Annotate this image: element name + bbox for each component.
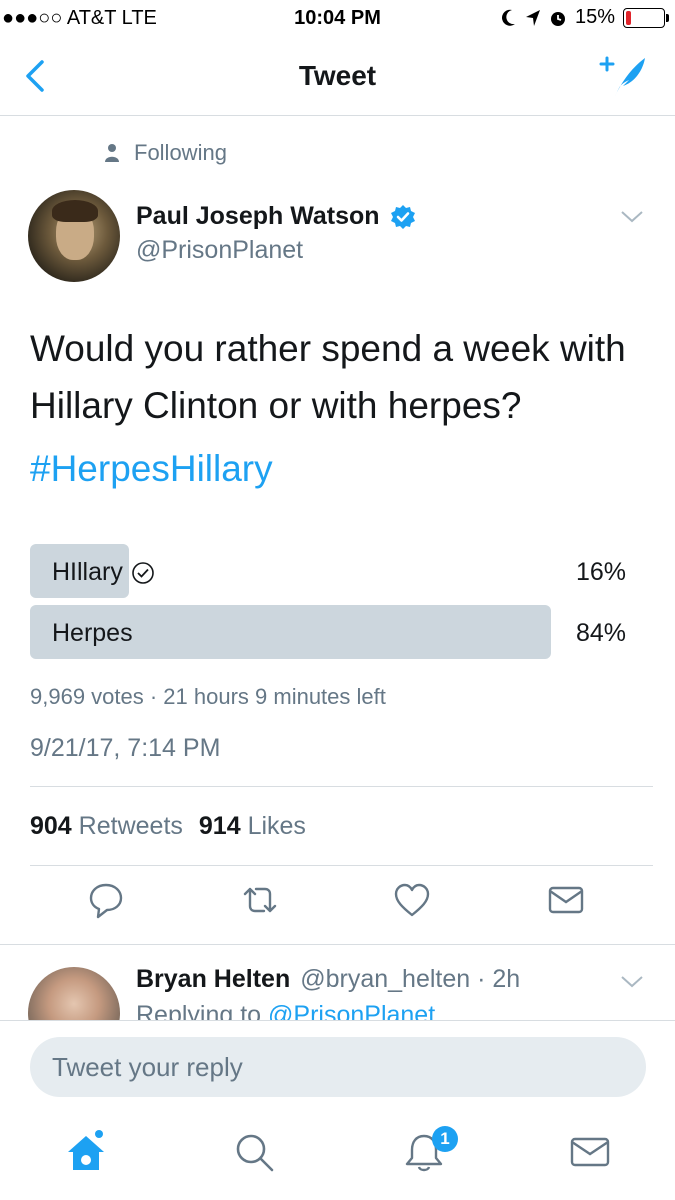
- chevron-down-icon[interactable]: [619, 973, 645, 991]
- poll-meta: 9,969 votes · 21 hours 9 minutes left: [30, 684, 386, 709]
- author-avatar[interactable]: [28, 190, 120, 282]
- avatar-hair: [52, 200, 98, 222]
- likes-count: 914: [198, 812, 241, 840]
- author-name-row[interactable]: Paul Joseph Watson: [136, 202, 416, 231]
- notification-badge: 1: [432, 1126, 458, 1152]
- direct-message-icon[interactable]: [546, 880, 586, 920]
- chevron-down-icon[interactable]: [619, 208, 645, 226]
- compose-tweet-icon[interactable]: [599, 54, 649, 98]
- replying-to-handle[interactable]: @PrisonPlanet: [268, 1001, 435, 1020]
- tweet-actions: [0, 880, 675, 930]
- verified-badge-icon: [390, 204, 415, 229]
- like-heart-icon[interactable]: [392, 880, 432, 920]
- likes-stat[interactable]: 914 Likes: [199, 812, 306, 841]
- page-title: Tweet: [298, 60, 377, 91]
- reply-author-handle-time: @bryan_helten · 2h: [300, 965, 521, 993]
- author-handle[interactable]: @PrisonPlanet: [136, 236, 303, 265]
- divider: [30, 865, 653, 866]
- messages-icon[interactable]: [568, 1130, 612, 1174]
- retweet-icon[interactable]: [240, 880, 280, 920]
- poll-option: HIllary 16%: [30, 544, 626, 598]
- poll-option-text: HIllary: [52, 558, 123, 586]
- poll-option-text: Herpes: [52, 619, 133, 647]
- reply-author-row: Bryan Helten @bryan_helten · 2h: [136, 965, 520, 994]
- reply-icon[interactable]: [86, 880, 126, 920]
- reply-author-name[interactable]: Bryan Helten: [136, 965, 290, 994]
- tweet-stats: 904 Retweets 914 Likes: [30, 812, 306, 841]
- check-circle-icon: [132, 561, 154, 584]
- alarm-icon: [550, 11, 565, 26]
- status-right: 15%: [501, 6, 669, 29]
- likes-label: Likes: [247, 812, 306, 840]
- poll-option-percent: 16%: [575, 558, 626, 586]
- social-context: Following: [104, 140, 227, 166]
- reply-tweet[interactable]: Bryan Helten @bryan_helten · 2h Replying…: [0, 944, 675, 1020]
- replying-to-label: Replying to: [136, 1001, 262, 1020]
- poll-option-label: HIllary: [52, 558, 155, 587]
- divider: [30, 786, 653, 787]
- tweet-text: Would you rather spend a week with Hilla…: [30, 328, 626, 426]
- poll-option-label: Herpes: [52, 619, 133, 648]
- poll-option: Herpes 84%: [30, 605, 626, 659]
- author-name[interactable]: Paul Joseph Watson: [136, 202, 380, 231]
- retweets-label: Retweets: [78, 812, 183, 840]
- moon-icon: [501, 9, 515, 26]
- battery-percent: 15%: [574, 6, 615, 28]
- reply-input[interactable]: [30, 1037, 646, 1097]
- location-arrow-icon: [525, 9, 540, 26]
- retweets-count: 904: [30, 812, 72, 840]
- person-icon: [105, 144, 119, 162]
- search-icon[interactable]: [232, 1130, 276, 1174]
- reply-author-avatar[interactable]: [28, 967, 120, 1020]
- status-bar: ●●●○○ AT&T LTE 10:04 PM 15%: [0, 0, 675, 38]
- retweets-stat[interactable]: 904 Retweets: [30, 812, 183, 841]
- poll-option-percent: 84%: [575, 619, 626, 647]
- tab-bar: [0, 1110, 675, 1200]
- home-icon[interactable]: [64, 1130, 108, 1174]
- hashtag-link[interactable]: #HerpesHillary: [30, 448, 273, 490]
- tweet-timestamp: 9/21/17, 7:14 PM: [30, 734, 221, 762]
- following-label: Following: [134, 140, 227, 165]
- replying-to: Replying to @PrisonPlanet: [136, 1001, 435, 1020]
- battery-fill: [626, 10, 631, 25]
- battery-icon: [623, 7, 669, 28]
- nav-bar: Tweet: [0, 38, 675, 116]
